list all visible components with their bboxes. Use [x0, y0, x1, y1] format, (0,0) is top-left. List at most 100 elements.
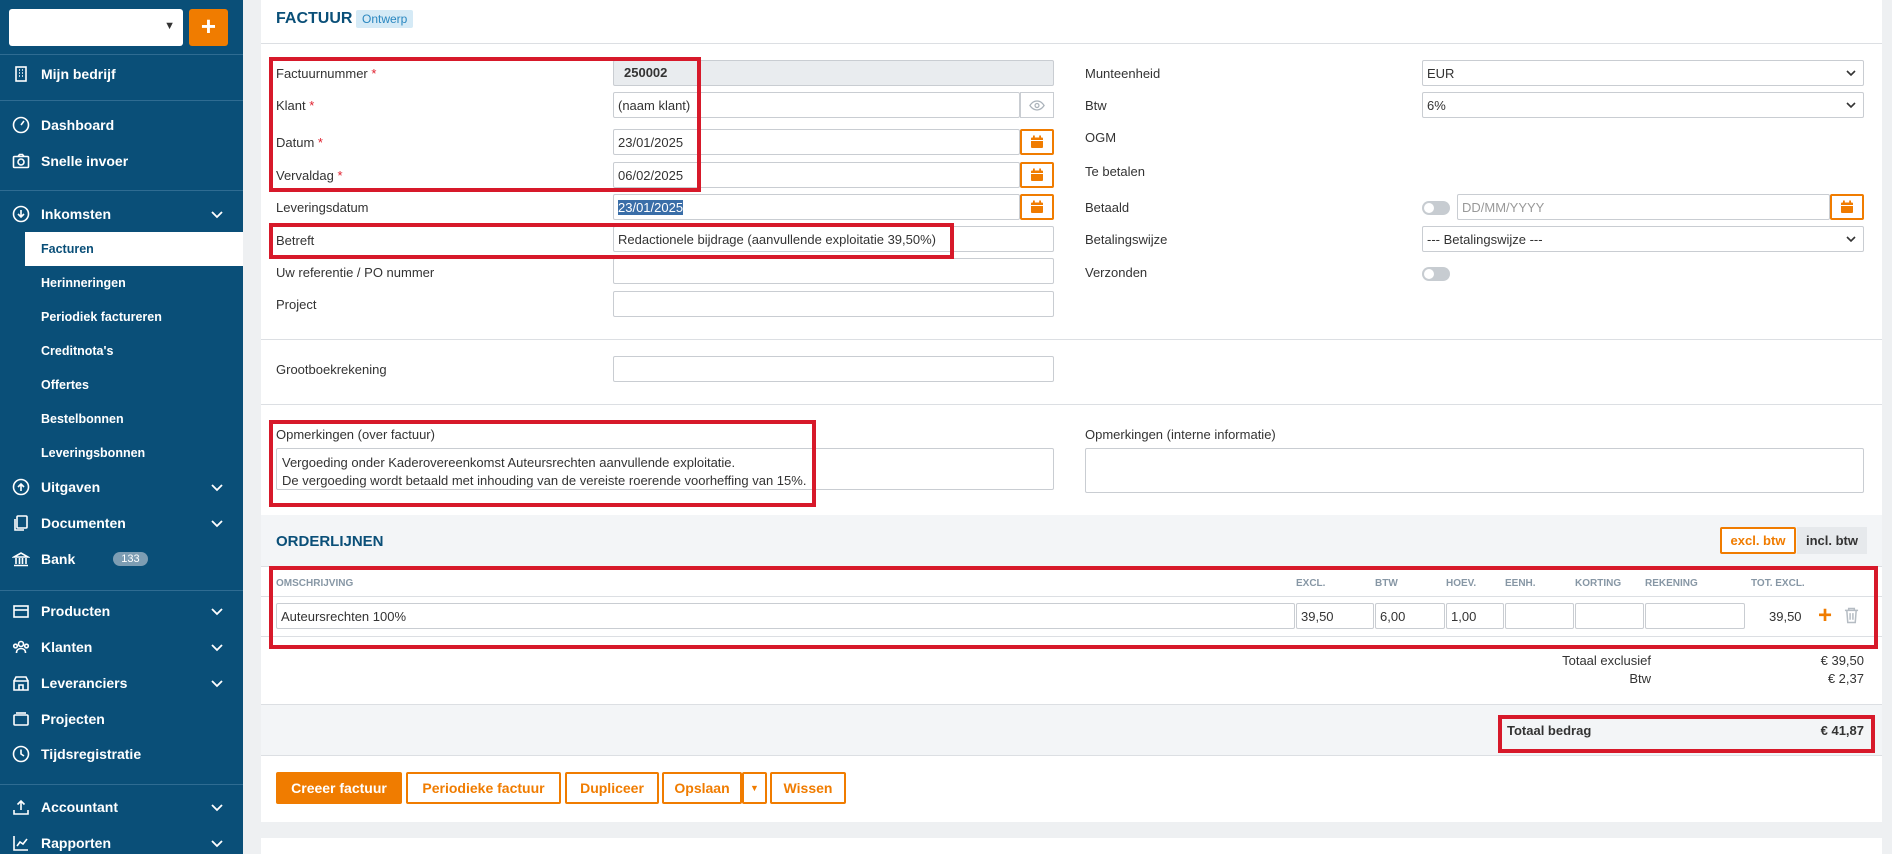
selected-text: 23/01/2025: [618, 200, 684, 215]
calendar-icon[interactable]: [1020, 194, 1054, 220]
payment-method-label: Betalingswijze: [1085, 232, 1168, 247]
add-button[interactable]: +: [189, 9, 228, 46]
chevron-down-icon[interactable]: [209, 479, 225, 495]
project-label: Project: [276, 297, 317, 312]
excl-vat-toggle[interactable]: excl. btw: [1720, 527, 1796, 554]
payment-method-value: --- Betalingswijze ---: [1427, 232, 1543, 247]
save-button[interactable]: Opslaan: [662, 772, 742, 804]
clock-icon: [11, 744, 31, 764]
vat-value: 6%: [1427, 98, 1446, 113]
sidebar-item-label: Inkomsten: [41, 206, 112, 222]
sidebar-item-quick[interactable]: Snelle invoer: [0, 144, 243, 178]
ledger-label: Grootboekrekening: [276, 362, 387, 377]
sidebar-item-reports[interactable]: Rapporten: [0, 826, 243, 854]
create-invoice-button[interactable]: Creeer factuur: [276, 772, 402, 804]
sidebar-item-label: Producten: [41, 603, 111, 619]
chevron-down-icon[interactable]: [209, 835, 225, 851]
delivery-date-field[interactable]: 23/01/2025: [613, 194, 1020, 220]
box-icon: [11, 601, 31, 621]
arrow-circle-up-icon: [11, 477, 31, 497]
total-vat-value: € 2,37: [1827, 671, 1864, 686]
divider: [261, 43, 1882, 44]
divider: [261, 404, 1882, 405]
highlight-box: [269, 57, 701, 192]
sidebar-item-clients[interactable]: Klanten: [0, 630, 243, 664]
payment-method-select[interactable]: --- Betalingswijze ---: [1422, 226, 1864, 252]
sidebar-item-label: Uitgaven: [41, 479, 101, 495]
sidebar-item-products[interactable]: Producten: [0, 594, 243, 628]
dashboard-icon: [11, 115, 31, 135]
to-pay-label: Te betalen: [1085, 164, 1145, 179]
duplicate-button[interactable]: Dupliceer: [565, 772, 659, 804]
chevron-down-icon[interactable]: [209, 515, 225, 531]
chevron-down-icon: [1846, 70, 1856, 77]
sidebar: ▼ + Mijn bedrijf Dashboard Snelle invoer…: [0, 0, 243, 854]
sidebar-item-label: Bank: [41, 551, 76, 567]
chevron-up-icon[interactable]: [209, 206, 225, 222]
arrow-circle-down-icon: [11, 204, 31, 224]
sidebar-divider: [0, 100, 243, 101]
sidebar-sub-offertes[interactable]: Offertes: [25, 368, 243, 402]
chevron-down-icon[interactable]: [209, 639, 225, 655]
eye-icon[interactable]: [1020, 92, 1054, 118]
sidebar-item-bank[interactable]: Bank 133: [0, 542, 243, 576]
save-dropdown-toggle[interactable]: ▼: [742, 772, 767, 804]
documents-icon: [11, 513, 31, 533]
sent-toggle[interactable]: [1422, 267, 1450, 281]
chart-icon: [11, 833, 31, 853]
bank-badge: 133: [113, 552, 148, 566]
project-field[interactable]: [613, 291, 1054, 317]
orderlines-header: [261, 515, 1882, 566]
calendar-icon[interactable]: [1830, 194, 1864, 220]
sidebar-item-label: Tijdsregistratie: [41, 746, 142, 762]
vat-select[interactable]: 6%: [1422, 92, 1864, 118]
chevron-down-icon[interactable]: [209, 799, 225, 815]
ogm-label: OGM: [1085, 130, 1117, 145]
company-select[interactable]: ▼: [9, 9, 183, 46]
folder-icon: [11, 709, 31, 729]
sidebar-item-time[interactable]: Tijdsregistratie: [0, 737, 243, 771]
ledger-field[interactable]: [613, 356, 1054, 382]
building-icon: [11, 64, 31, 84]
sidebar-item-income[interactable]: Inkomsten: [0, 197, 243, 231]
delivery-date-label: Leveringsdatum: [276, 200, 369, 215]
sidebar-sub-herinneringen[interactable]: Herinneringen: [25, 266, 243, 300]
paid-date-field[interactable]: DD/MM/YYYY: [1457, 194, 1830, 220]
sidebar-item-projects[interactable]: Projecten: [0, 702, 243, 736]
sidebar-item-company[interactable]: Mijn bedrijf: [0, 57, 243, 91]
sidebar-sub-leveringsbonnen[interactable]: Leveringsbonnen: [25, 436, 243, 470]
sidebar-item-accountant[interactable]: Accountant: [0, 790, 243, 824]
paid-toggle[interactable]: [1422, 201, 1450, 215]
internal-remarks-textarea[interactable]: [1085, 448, 1864, 493]
next-card: [261, 838, 1882, 854]
periodic-invoice-button[interactable]: Periodieke factuur: [406, 772, 561, 804]
sidebar-item-suppliers[interactable]: Leveranciers: [0, 666, 243, 700]
sidebar-item-dashboard[interactable]: Dashboard: [0, 108, 243, 142]
sidebar-item-label: Documenten: [41, 515, 126, 531]
clear-button[interactable]: Wissen: [770, 772, 846, 804]
sidebar-item-documents[interactable]: Documenten: [0, 506, 243, 540]
chevron-down-icon[interactable]: [209, 603, 225, 619]
total-vat-label: Btw: [1629, 671, 1651, 686]
incl-vat-toggle[interactable]: incl. btw: [1797, 527, 1867, 554]
users-icon: [11, 637, 31, 657]
divider: [261, 339, 1882, 340]
reference-field[interactable]: [613, 258, 1054, 284]
sidebar-item-label: Mijn bedrijf: [41, 66, 116, 82]
sidebar-sub-facturen[interactable]: Facturen: [25, 232, 243, 266]
highlight-box: [269, 566, 1878, 649]
chevron-down-icon[interactable]: [209, 675, 225, 691]
sidebar-item-label: Klanten: [41, 639, 93, 655]
sidebar-divider: [0, 590, 243, 591]
sidebar-item-expenses[interactable]: Uitgaven: [0, 470, 243, 504]
calendar-icon[interactable]: [1020, 162, 1054, 188]
camera-icon: [11, 151, 31, 171]
vat-label: Btw: [1085, 98, 1107, 113]
sidebar-sub-bestelbonnen[interactable]: Bestelbonnen: [25, 402, 243, 436]
currency-select[interactable]: EUR: [1422, 60, 1864, 86]
store-icon: [11, 673, 31, 693]
sidebar-sub-creditnotas[interactable]: Creditnota's: [25, 334, 243, 368]
calendar-icon[interactable]: [1020, 129, 1054, 155]
sidebar-sub-periodiek[interactable]: Periodiek factureren: [25, 300, 243, 334]
chevron-down-icon: [1846, 236, 1856, 243]
